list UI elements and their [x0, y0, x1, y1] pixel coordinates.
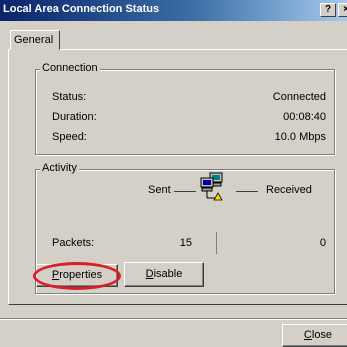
status-value: Connected [272, 91, 326, 103]
status-label: Status: [52, 91, 87, 103]
close-accel: C [303, 329, 312, 341]
window-close-button[interactable]: × [338, 3, 347, 17]
sent-label: Sent [148, 184, 171, 196]
activity-group-label: Activity [40, 162, 79, 174]
packets-sent-value: 15 [179, 237, 192, 249]
duration-label: Duration: [52, 111, 97, 123]
connection-group: Connection Status: Connected Duration: 0… [35, 62, 335, 155]
disable-label: isable [153, 268, 183, 280]
help-button[interactable]: ? [320, 3, 336, 17]
network-computers-icon [198, 171, 232, 205]
connection-group-label: Connection [40, 62, 100, 74]
received-line [236, 191, 258, 192]
window-title: Local Area Connection Status [3, 3, 160, 15]
activity-divider [216, 232, 217, 254]
status-dialog: Local Area Connection Status ? × General… [0, 0, 347, 347]
close-label: lose [311, 329, 333, 341]
packets-label: Packets: [52, 237, 95, 249]
tab-general[interactable]: General [10, 30, 60, 50]
tab-general-label: General [14, 34, 54, 46]
footer-separator [0, 318, 347, 320]
disable-accel: D [145, 268, 154, 280]
disable-button[interactable]: Disable [124, 262, 204, 287]
close-button[interactable]: Close [282, 324, 347, 347]
duration-value: 00:08:40 [283, 111, 326, 123]
packets-received-value: 0 [319, 237, 326, 249]
sent-line [174, 191, 196, 192]
speed-value: 10.0 Mbps [274, 131, 326, 143]
received-label: Received [266, 184, 312, 196]
title-bar[interactable]: Local Area Connection Status ? × [0, 0, 347, 21]
highlight-ring [33, 262, 121, 290]
speed-label: Speed: [52, 131, 87, 143]
